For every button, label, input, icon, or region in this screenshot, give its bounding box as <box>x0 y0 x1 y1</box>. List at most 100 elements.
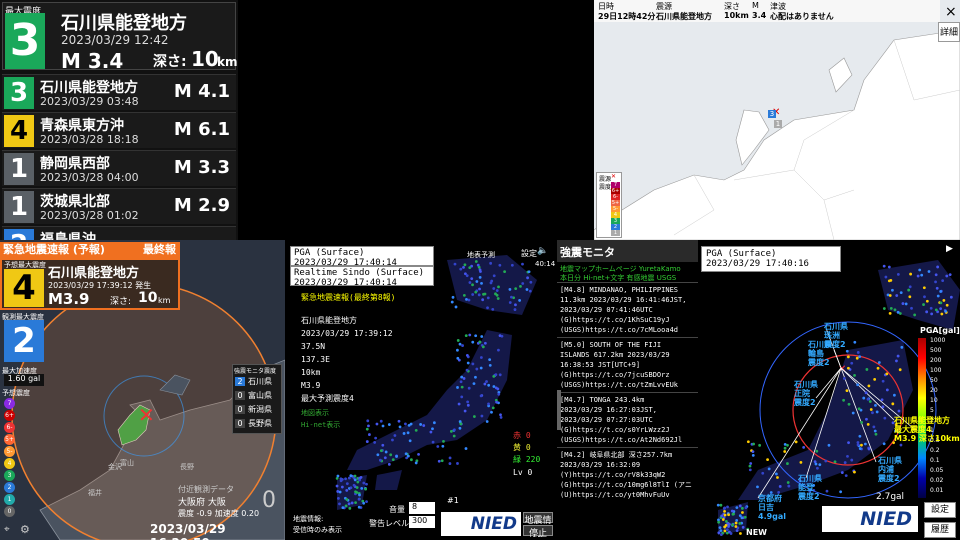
map-display-link[interactable]: 地図表示 <box>301 408 329 418</box>
station-dot <box>899 291 903 295</box>
station-dot <box>456 462 459 465</box>
station-dot <box>880 398 884 402</box>
quake-list-item[interactable]: 4 青森県東方沖 2023/03/28 18:18 M 6.1 <box>2 112 236 148</box>
station-dot <box>846 355 850 359</box>
station-big-zero: 0 <box>262 488 276 513</box>
settings-link[interactable]: 設定 <box>521 248 537 259</box>
quake-region: 石川県能登地方 <box>40 80 138 96</box>
station-dot <box>910 306 913 310</box>
quake-magnitude: M 6.1 <box>173 119 230 140</box>
station-dot <box>464 447 468 450</box>
monitor-item-name: 長野県 <box>248 419 272 428</box>
station-dot <box>348 506 352 510</box>
hinet-link[interactable]: Hi-net表示 <box>301 420 340 430</box>
station-dot <box>459 380 463 384</box>
gear-icon[interactable]: ⚙ <box>20 523 30 536</box>
speaker-icon[interactable]: 🔈 <box>537 246 548 256</box>
station-dot <box>866 397 870 401</box>
place-fukui: 福井 <box>88 489 102 497</box>
station-dot <box>895 294 899 297</box>
station-dot <box>909 272 913 276</box>
stop-button[interactable]: 停止 <box>523 525 553 539</box>
station-dot <box>858 434 862 438</box>
station-dot <box>345 482 349 486</box>
station-dot <box>452 428 456 432</box>
alert-level-select[interactable]: 300 <box>409 516 435 528</box>
scrollbar[interactable] <box>557 390 561 430</box>
tweet-entry[interactable]: [M4.2] 岐阜県北部 深さ257.7km 2023/03/29 16:32:0… <box>557 447 698 502</box>
station-dot <box>723 529 727 533</box>
volume-label: 音量 <box>389 505 405 514</box>
header-col-value: 29日12時42分 <box>598 12 656 21</box>
station-dot <box>429 430 433 434</box>
count-yellow: 黄 0 <box>513 443 531 452</box>
station-dot <box>497 392 501 396</box>
pga-map-panel: ✕ PGA (Surface) 2023/03/29 17:40:16 ▶ PG… <box>698 240 960 540</box>
monitor-item: 0 富山県 <box>233 390 281 404</box>
station-dot <box>406 431 410 435</box>
quake-list-item[interactable]: 3 石川県能登地方 2023/03/29 03:48 M 4.1 <box>2 74 236 110</box>
close-icon[interactable]: × <box>945 4 957 20</box>
quake-list-item[interactable]: 2 福島県沖 <box>2 226 236 240</box>
station-dot <box>882 264 886 268</box>
eew-title: 緊急地震速報(最終第8報) <box>301 293 396 302</box>
latest-depth-value: 10 <box>191 47 219 71</box>
station-dot <box>936 265 940 269</box>
station-dot <box>758 443 762 447</box>
station-dot <box>448 456 452 460</box>
station-dot <box>865 417 868 421</box>
station-dot <box>466 400 470 404</box>
station-dot <box>349 486 353 490</box>
station-dot <box>487 402 490 406</box>
crosshair-icon[interactable]: ⌖ <box>4 524 10 535</box>
tweet-entry[interactable]: [M5.0] SOUTH OF THE FIJI ISLANDS 617.2km … <box>557 337 698 392</box>
quake-list-item[interactable]: 1 茨城県北部 2023/03/28 01:02 M 2.9 <box>2 188 236 224</box>
quake-region: 青森県東方沖 <box>40 118 124 134</box>
pga-annotation: 石川県 輪島 震度2 <box>808 340 832 367</box>
station-dot <box>741 525 745 529</box>
station-dot <box>874 432 878 436</box>
pred-label: 地表予測 <box>467 251 495 259</box>
station-dot <box>475 280 479 283</box>
station-dot <box>488 364 492 367</box>
station-dot <box>846 366 850 370</box>
play-icon[interactable]: ▶ <box>946 244 953 254</box>
tweet-entry[interactable]: [M4.8] MINDANAO, PHILIPPINES 11.3km 2023/… <box>557 282 698 337</box>
tweet-head: [M5.0] SOUTH OF THE FIJI <box>560 341 662 349</box>
station-dot <box>381 443 385 447</box>
station-dot <box>379 449 383 453</box>
quake-list-item[interactable]: 1 静岡県西部 2023/03/28 04:00 M 3.3 <box>2 150 236 186</box>
station-dot <box>756 485 759 489</box>
latest-depth-label: 深さ: <box>153 54 187 70</box>
quake-intensity: 3 <box>4 77 34 109</box>
station-dot <box>460 375 464 379</box>
settings-button[interactable]: 設定 <box>924 502 956 518</box>
station-dot <box>480 335 484 338</box>
station-dot <box>927 270 931 273</box>
tweet-entry[interactable]: [M4.7] TONGA 243.4km 2023/03/29 16:27:03J… <box>557 392 698 447</box>
eew-header: 緊急地震速報 (予報) 最終報 <box>0 242 180 258</box>
station-dot <box>876 366 880 370</box>
quake-intensity: 1 <box>4 191 34 223</box>
station-dot <box>929 306 933 310</box>
station-dot <box>338 490 342 494</box>
station-dot <box>787 484 791 488</box>
station-dot <box>948 273 952 277</box>
station-dot <box>475 367 479 371</box>
detail-button[interactable]: 詳細 <box>938 22 960 42</box>
station-dot <box>460 385 464 389</box>
latest-quake-card[interactable]: 最大震度 3 石川県能登地方 2023/03/29 12:42 M 3.4 深さ… <box>2 2 237 73</box>
clock-small: 40:14 <box>535 260 555 268</box>
quake-info-button[interactable]: 地震情報 <box>523 512 553 539</box>
station-dot <box>419 423 423 426</box>
station-dot <box>850 458 854 462</box>
station-dot <box>472 382 476 385</box>
station-dot <box>468 281 472 284</box>
volume-select[interactable]: 8 <box>409 502 435 514</box>
history-button[interactable]: 履歴 <box>924 522 956 538</box>
station-dot <box>479 394 483 398</box>
header-col-value: 心配はありません <box>770 12 834 21</box>
station-dot <box>451 295 455 299</box>
station-dot <box>874 404 877 407</box>
station-dot <box>907 288 911 292</box>
